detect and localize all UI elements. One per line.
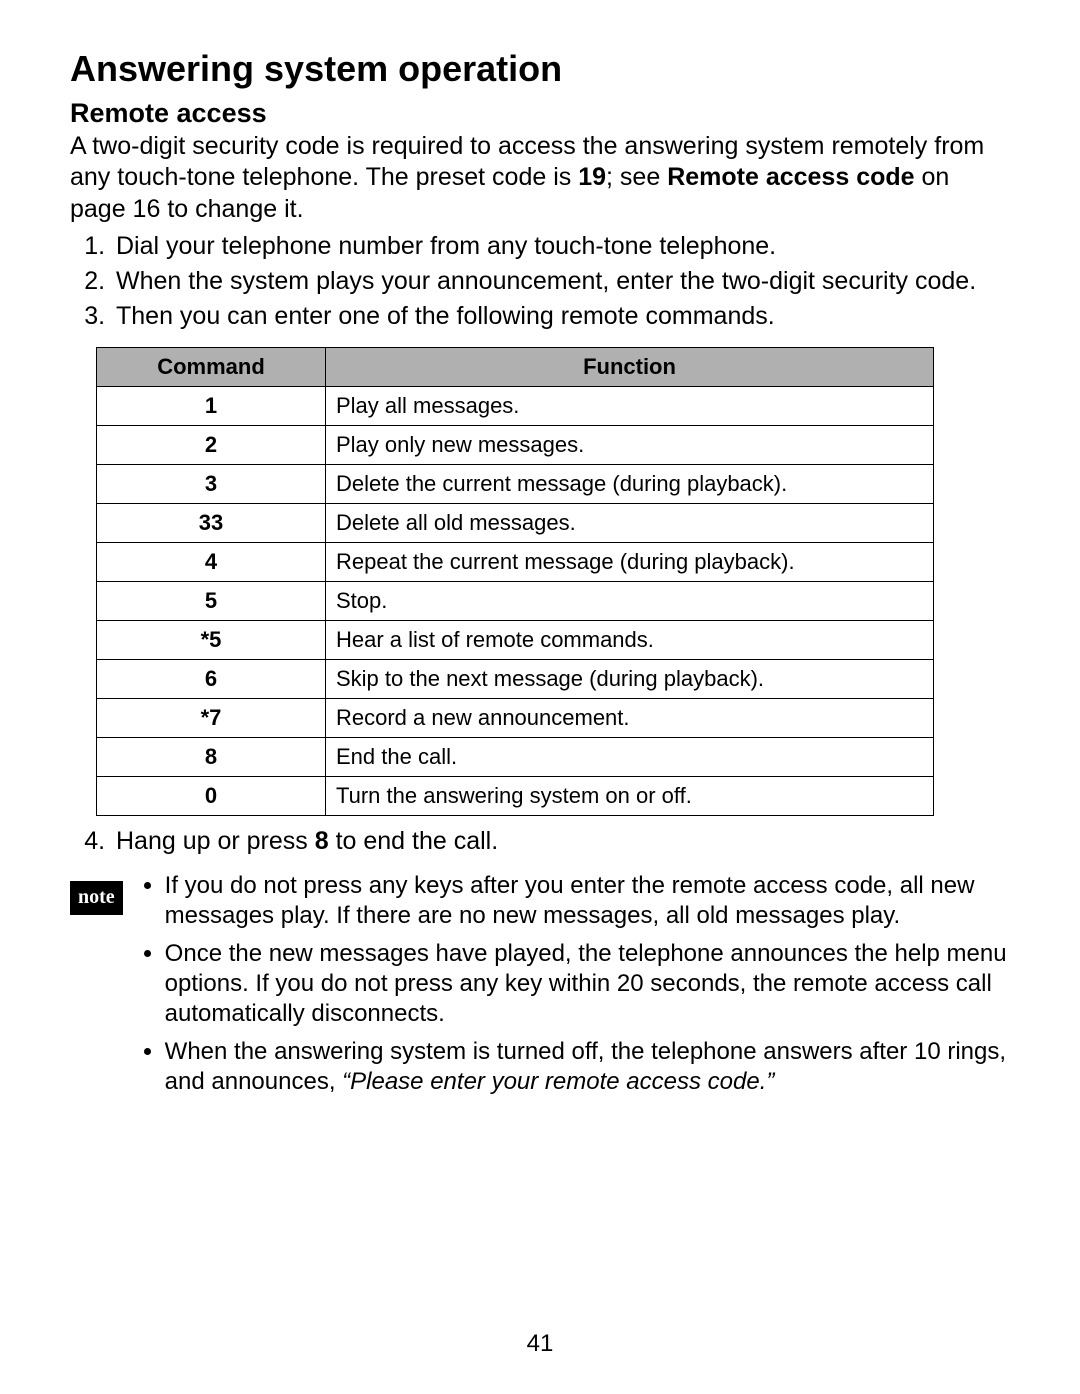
cell-command: 33 — [97, 503, 326, 542]
page-title: Answering system operation — [70, 48, 1010, 90]
note-section: note If you do not press any keys after … — [70, 871, 1010, 1105]
cell-command: *7 — [97, 698, 326, 737]
cell-command: 5 — [97, 581, 326, 620]
preset-code: 19 — [578, 163, 606, 191]
cell-function: End the call. — [326, 737, 934, 776]
section-title: Remote access — [70, 98, 1010, 129]
cell-command: 1 — [97, 386, 326, 425]
cell-function: Skip to the next message (during playbac… — [326, 659, 934, 698]
table-header-row: Command Function — [97, 347, 934, 386]
table-row: 0Turn the answering system on or off. — [97, 776, 934, 815]
note3-quote: “Please enter your remote access code.” — [342, 1068, 774, 1095]
table-row: 2Play only new messages. — [97, 425, 934, 464]
intro-paragraph: A two-digit security code is required to… — [70, 131, 1010, 225]
cell-function: Record a new announcement. — [326, 698, 934, 737]
notes-list: If you do not press any keys after you e… — [141, 871, 1010, 1105]
table-row: 5Stop. — [97, 581, 934, 620]
table-row: *5Hear a list of remote commands. — [97, 620, 934, 659]
step4-key: 8 — [315, 827, 329, 855]
intro-link-text: Remote access code — [667, 163, 914, 191]
cell-function: Turn the answering system on or off. — [326, 776, 934, 815]
steps-list: Dial your telephone number from any touc… — [70, 231, 1010, 333]
table-row: 3Delete the current message (during play… — [97, 464, 934, 503]
cell-command: 3 — [97, 464, 326, 503]
steps-list-cont: Hang up or press 8 to end the call. — [70, 826, 1010, 857]
header-command: Command — [97, 347, 326, 386]
table-row: 6Skip to the next message (during playba… — [97, 659, 934, 698]
cell-function: Delete the current message (during playb… — [326, 464, 934, 503]
step-item: Then you can enter one of the following … — [112, 301, 1010, 332]
cell-function: Repeat the current message (during playb… — [326, 542, 934, 581]
cell-command: 8 — [97, 737, 326, 776]
step-item: Dial your telephone number from any touc… — [112, 231, 1010, 262]
cell-command: *5 — [97, 620, 326, 659]
cell-command: 6 — [97, 659, 326, 698]
step4-pre: Hang up or press — [116, 827, 315, 855]
table-row: 33Delete all old messages. — [97, 503, 934, 542]
note-item: Once the new messages have played, the t… — [165, 939, 1010, 1029]
note-item: When the answering system is turned off,… — [165, 1037, 1010, 1097]
table-row: *7Record a new announcement. — [97, 698, 934, 737]
cell-function: Play all messages. — [326, 386, 934, 425]
table-row: 1Play all messages. — [97, 386, 934, 425]
page-number: 41 — [0, 1330, 1080, 1358]
cell-function: Hear a list of remote commands. — [326, 620, 934, 659]
table-row: 8End the call. — [97, 737, 934, 776]
commands-table: Command Function 1Play all messages. 2Pl… — [96, 347, 934, 816]
intro-text-mid: ; see — [606, 163, 667, 191]
header-function: Function — [326, 347, 934, 386]
note-item: If you do not press any keys after you e… — [165, 871, 1010, 931]
cell-command: 0 — [97, 776, 326, 815]
table-row: 4Repeat the current message (during play… — [97, 542, 934, 581]
cell-function: Play only new messages. — [326, 425, 934, 464]
cell-command: 4 — [97, 542, 326, 581]
step4-post: to end the call. — [329, 827, 499, 855]
page: Answering system operation Remote access… — [0, 0, 1080, 1394]
step-item: Hang up or press 8 to end the call. — [112, 826, 1010, 857]
cell-function: Stop. — [326, 581, 934, 620]
note-badge: note — [70, 881, 123, 915]
cell-function: Delete all old messages. — [326, 503, 934, 542]
cell-command: 2 — [97, 425, 326, 464]
step-item: When the system plays your announcement,… — [112, 266, 1010, 297]
